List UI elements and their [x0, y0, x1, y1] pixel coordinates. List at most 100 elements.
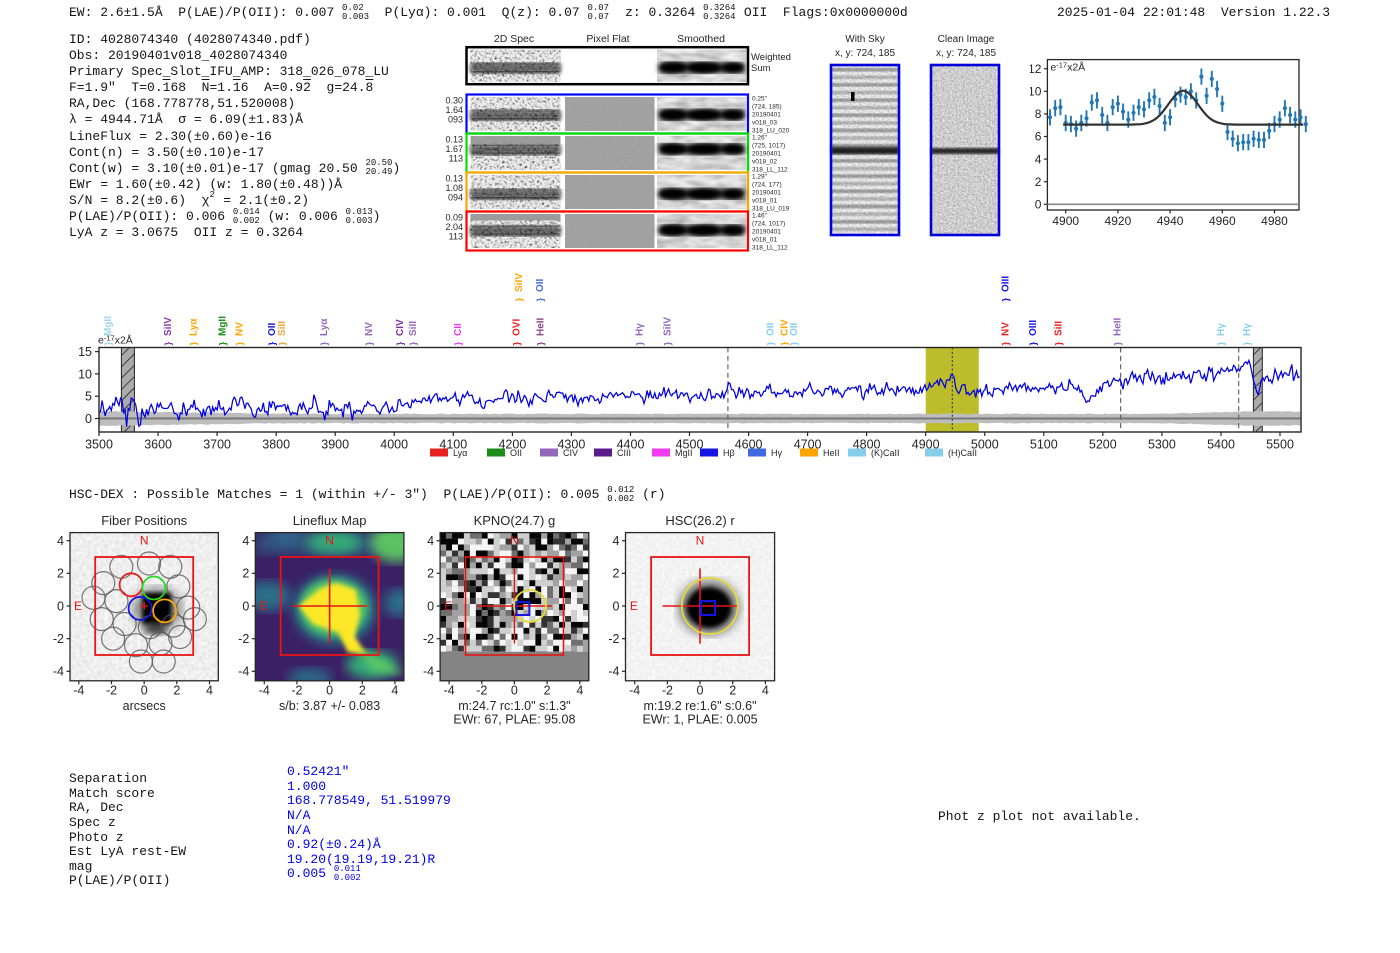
svg-text:}: } [1000, 298, 1011, 302]
svg-text:4980: 4980 [1261, 214, 1288, 228]
svg-text:093: 093 [448, 115, 463, 125]
svg-text:N: N [140, 534, 149, 548]
svg-text:m:19.2 re:1.6" s:0.6": m:19.2 re:1.6" s:0.6" [643, 699, 756, 713]
svg-text:MgII: MgII [675, 448, 693, 458]
svg-text:4: 4 [427, 534, 434, 548]
svg-text:E: E [259, 599, 267, 613]
svg-text:5100: 5100 [1030, 438, 1058, 452]
svg-text:m:24.7 rc:1.0" s:1.3": m:24.7 rc:1.0" s:1.3" [458, 699, 570, 713]
svg-text:OII: OII [765, 322, 776, 336]
svg-text:0: 0 [511, 683, 518, 697]
svg-text:0: 0 [427, 599, 434, 613]
svg-text:-4: -4 [73, 683, 84, 697]
svg-text:OII: OII [789, 322, 800, 336]
svg-text:(K)CaII: (K)CaII [871, 448, 900, 458]
svg-text:E: E [74, 599, 82, 613]
svg-text:}: } [536, 342, 547, 346]
svg-text:Hβ: Hβ [723, 448, 735, 458]
svg-text:(724, 177): (724, 177) [752, 182, 782, 189]
svg-text:2: 2 [242, 567, 249, 581]
svg-text:N: N [325, 534, 334, 548]
svg-text:3600: 3600 [144, 438, 172, 452]
svg-text:-2: -2 [238, 632, 249, 646]
svg-text:-2: -2 [53, 632, 64, 646]
svg-text:0: 0 [85, 412, 92, 426]
svg-text:Hγ: Hγ [1216, 323, 1227, 336]
svg-text:3700: 3700 [203, 438, 231, 452]
svg-text:5500: 5500 [1266, 438, 1294, 452]
svg-text:5200: 5200 [1089, 438, 1117, 452]
svg-text:NV: NV [235, 322, 246, 336]
svg-text:arcsecs: arcsecs [123, 699, 166, 713]
svg-text:113: 113 [449, 154, 463, 164]
svg-text:1.08: 1.08 [445, 183, 463, 193]
svg-text:SiII: SiII [277, 321, 288, 336]
svg-text:}: } [1216, 342, 1227, 346]
svg-text:-2: -2 [476, 683, 487, 697]
svg-text:Lyα: Lyα [319, 318, 330, 336]
svg-text:s/b: 3.87 +/- 0.083: s/b: 3.87 +/- 0.083 [279, 699, 380, 713]
svg-text:SiIV: SiIV [163, 317, 174, 336]
svg-text:0.25": 0.25" [752, 96, 768, 103]
svg-text:}: } [789, 342, 800, 346]
svg-text:-4: -4 [53, 665, 64, 679]
svg-text:N: N [696, 534, 705, 548]
svg-text:1.26": 1.26" [752, 135, 768, 142]
svg-text:20190401: 20190401 [752, 229, 781, 236]
svg-text:}: } [1242, 342, 1253, 346]
svg-text:3900: 3900 [321, 438, 349, 452]
svg-text:Smoothed: Smoothed [677, 33, 725, 45]
svg-text:3800: 3800 [262, 438, 290, 452]
svg-text:}: } [395, 342, 406, 346]
svg-text:SiII: SiII [408, 321, 419, 336]
svg-text:MgII: MgII [217, 316, 228, 336]
svg-text:}: } [235, 342, 246, 346]
svg-text:Fiber Positions: Fiber Positions [101, 513, 187, 528]
svg-text:113: 113 [449, 232, 463, 242]
svg-text:Hγ: Hγ [1242, 323, 1253, 336]
svg-text:5400: 5400 [1207, 438, 1235, 452]
svg-text:5: 5 [85, 390, 92, 404]
svg-text:4: 4 [391, 683, 398, 697]
svg-text:Lineflux Map: Lineflux Map [293, 513, 367, 528]
svg-text:(724, 185): (724, 185) [752, 104, 782, 111]
svg-text:4000: 4000 [380, 438, 408, 452]
svg-text:SiII: SiII [1054, 321, 1065, 336]
svg-text:2: 2 [544, 683, 551, 697]
svg-text:(H)CaII: (H)CaII [948, 448, 977, 458]
svg-text:Lyα: Lyα [453, 448, 467, 458]
svg-text:20190401: 20190401 [752, 151, 781, 158]
svg-text:HeII: HeII [536, 317, 547, 336]
svg-text:-4: -4 [629, 683, 640, 697]
svg-text:0: 0 [141, 683, 148, 697]
svg-text:EWr: 1, PLAE: 0.005: EWr: 1, PLAE: 0.005 [642, 712, 757, 726]
svg-text:-2: -2 [608, 632, 619, 646]
svg-text:2: 2 [359, 683, 366, 697]
svg-text:4: 4 [242, 534, 249, 548]
svg-text:4940: 4940 [1157, 214, 1184, 228]
svg-text:318_LL_112: 318_LL_112 [752, 245, 788, 252]
svg-text:With Sky: With Sky [845, 34, 884, 45]
svg-text:}: } [634, 342, 645, 346]
svg-text:N: N [510, 534, 519, 548]
svg-text:2: 2 [173, 683, 180, 697]
svg-text:x, y: 724, 185: x, y: 724, 185 [835, 48, 895, 59]
svg-text:}: } [188, 342, 199, 346]
svg-text:15: 15 [78, 345, 92, 359]
svg-text:-4: -4 [444, 683, 455, 697]
svg-text:HSC(26.2) r: HSC(26.2) r [665, 513, 735, 528]
svg-text:}: } [163, 342, 174, 346]
svg-text:OII: OII [510, 448, 522, 458]
svg-text:094: 094 [448, 193, 463, 203]
svg-text:Clean Image: Clean Image [938, 34, 995, 45]
svg-text:3500: 3500 [85, 438, 113, 452]
svg-text:-4: -4 [608, 665, 619, 679]
svg-text:v018_01: v018_01 [752, 198, 777, 205]
svg-text:CIV: CIV [563, 448, 578, 458]
svg-text:0.30: 0.30 [445, 96, 463, 106]
svg-text:Lyα: Lyα [188, 318, 199, 336]
svg-text:}: } [364, 342, 375, 346]
svg-text:0: 0 [57, 599, 64, 613]
svg-text:}: } [408, 342, 419, 346]
svg-text:v018_02: v018_02 [752, 159, 777, 166]
